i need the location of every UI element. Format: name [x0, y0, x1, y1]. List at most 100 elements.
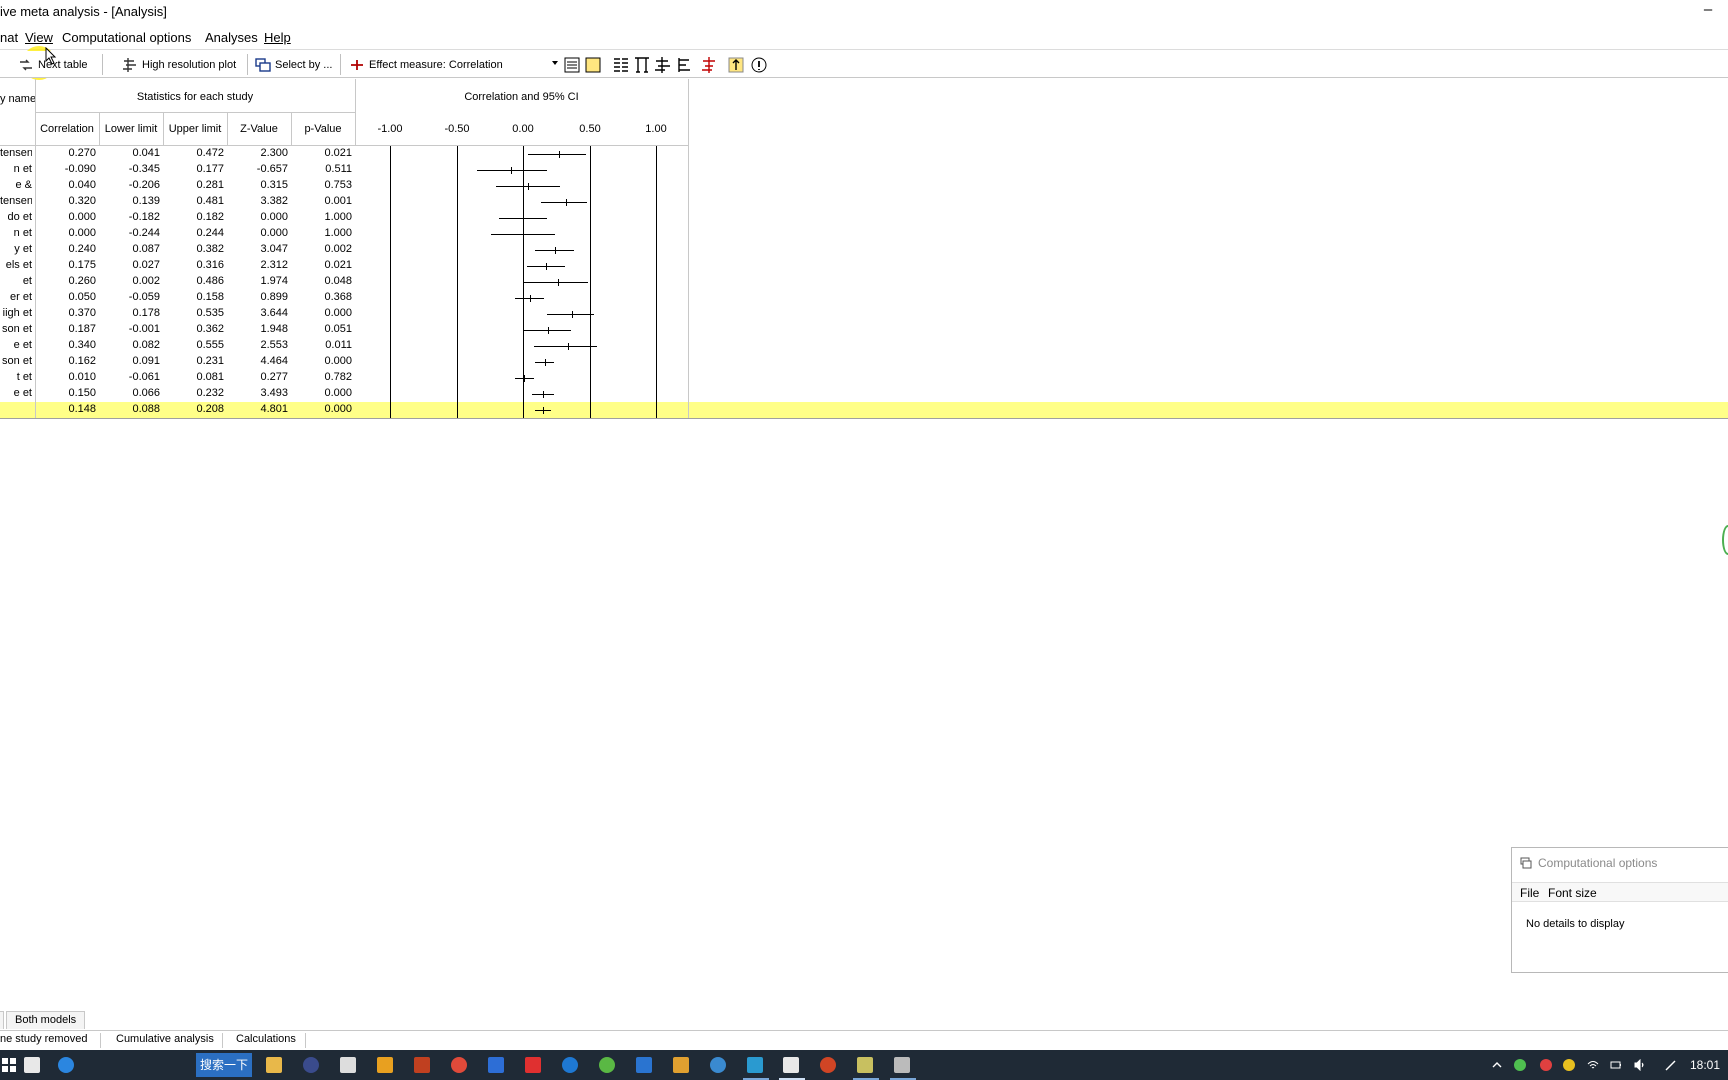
highlight-icon[interactable] [727, 56, 745, 74]
search-button[interactable]: 搜索一下 [196, 1053, 252, 1077]
tab-cumulative-analysis[interactable]: Cumulative analysis [116, 1033, 214, 1045]
cell-study-name: y et [14, 243, 32, 255]
column-header-upper-limit[interactable]: Upper limit [163, 123, 227, 135]
high-resolution-plot-button[interactable]: High resolution plot [122, 55, 236, 75]
table-row[interactable]: n et 0.000 -0.244 0.244 0.000 1.000 [0, 226, 1728, 242]
plot-view-icon[interactable] [584, 56, 602, 74]
cell-z-value: 2.553 [260, 339, 288, 351]
table-row[interactable]: son et 0.162 0.091 0.231 4.464 0.000 [0, 354, 1728, 370]
table-row[interactable]: et 0.260 0.002 0.486 1.974 0.048 [0, 274, 1728, 290]
cell-correlation: 0.050 [68, 291, 96, 303]
toolbar-separator [247, 54, 248, 75]
app-icon[interactable] [636, 1057, 652, 1073]
columns-icon[interactable] [612, 56, 630, 74]
notepad-icon[interactable] [340, 1057, 356, 1073]
effect-measure-select[interactable]: Effect measure: Correlation [349, 55, 503, 75]
left-align-icon[interactable] [675, 56, 693, 74]
table-row[interactable]: e et 0.150 0.066 0.232 3.493 0.000 [0, 386, 1728, 402]
table-row[interactable]: tensen 0.270 0.041 0.472 2.300 0.021 [0, 146, 1728, 162]
menu-format[interactable]: nat [0, 30, 18, 45]
menu-analyses[interactable]: Analyses [205, 30, 258, 45]
tab-calculations[interactable]: Calculations [236, 1033, 296, 1045]
tray-app-icon[interactable] [1563, 1059, 1575, 1071]
table-row[interactable]: iigh et 0.370 0.178 0.535 3.644 0.000 [0, 306, 1728, 322]
cell-study-name: e et [13, 387, 32, 399]
windows-start-icon[interactable] [2, 1058, 16, 1072]
confidence-interval-bar [541, 202, 587, 203]
summary-row[interactable]: 0.148 0.088 0.208 4.801 0.000 [0, 402, 1728, 418]
table-row[interactable]: er et 0.050 -0.059 0.158 0.899 0.368 [0, 290, 1728, 306]
menu-view[interactable]: View [24, 30, 54, 45]
table-row[interactable]: t et 0.010 -0.061 0.081 0.277 0.782 [0, 370, 1728, 386]
table-row[interactable]: e & 0.040 -0.206 0.281 0.315 0.753 [0, 178, 1728, 194]
column-header-z-value[interactable]: Z-Value [227, 123, 291, 135]
battery-icon[interactable] [1610, 1059, 1622, 1071]
study-name-header[interactable]: y name [0, 93, 35, 105]
pen-icon[interactable] [1665, 1059, 1677, 1071]
tab-fixed-model[interactable] [0, 1011, 4, 1029]
menu-computational-options[interactable]: Computational options [62, 30, 191, 45]
remove-study-icon[interactable] [700, 56, 718, 74]
wifi-icon[interactable] [1587, 1059, 1599, 1071]
edge-browser-icon[interactable] [562, 1057, 578, 1073]
table-view-icon[interactable] [563, 56, 581, 74]
cell-z-value: 1.974 [260, 275, 288, 287]
table-row[interactable]: y et 0.240 0.087 0.382 3.047 0.002 [0, 242, 1728, 258]
column-header-correlation[interactable]: Correlation [35, 123, 99, 135]
info-icon[interactable] [750, 56, 768, 74]
table-row[interactable]: son et 0.187 -0.001 0.362 1.948 0.051 [0, 322, 1728, 338]
app-icon[interactable] [747, 1057, 763, 1073]
axis-gridline [390, 146, 391, 418]
cell-z-value: 3.644 [260, 307, 288, 319]
toolbar-separator [102, 54, 103, 75]
column-header-p-value[interactable]: p-Value [291, 123, 355, 135]
table-row[interactable]: n et -0.090 -0.345 0.177 -0.657 0.511 [0, 162, 1728, 178]
volume-icon[interactable] [1634, 1059, 1646, 1071]
chevron-down-icon[interactable] [552, 61, 558, 65]
tab-both-models[interactable]: Both models [6, 1011, 86, 1029]
table-row[interactable]: tensen 0.320 0.139 0.481 3.382 0.001 [0, 194, 1728, 210]
minimize-button[interactable]: – [1688, 0, 1728, 24]
cell-correlation: 0.000 [68, 211, 96, 223]
app-icon[interactable] [673, 1057, 689, 1073]
axis-tick-label: 1.00 [645, 123, 667, 135]
wechat-icon[interactable] [1514, 1059, 1526, 1071]
qq-icon[interactable] [1540, 1059, 1552, 1071]
panel-menu-font-size[interactable]: Font size [1548, 886, 1597, 900]
menu-help[interactable]: Help [264, 30, 291, 45]
app-icon[interactable] [414, 1057, 430, 1073]
app-icon[interactable] [710, 1057, 726, 1073]
tab-one-study-removed[interactable]: ne study removed [0, 1033, 87, 1045]
forest-plot-icon[interactable] [654, 56, 672, 74]
app-icon[interactable] [599, 1057, 615, 1073]
select-windows-icon [255, 57, 271, 73]
app-icon[interactable] [894, 1057, 910, 1073]
powerpoint-icon[interactable] [820, 1057, 836, 1073]
chrome-icon[interactable] [451, 1057, 467, 1073]
ie-browser-icon[interactable] [58, 1057, 74, 1073]
cell-p-value: 0.011 [325, 339, 352, 351]
cell-lower-limit: -0.182 [128, 211, 160, 223]
cell-p-value: 0.001 [324, 195, 352, 207]
cell-upper-limit: 0.481 [196, 195, 224, 207]
chevron-up-icon[interactable] [1491, 1059, 1503, 1071]
file-explorer-icon[interactable] [266, 1057, 282, 1073]
grid-divider [355, 79, 356, 145]
meta-analysis-app-icon[interactable] [783, 1057, 799, 1073]
search-tool-icon[interactable] [525, 1057, 541, 1073]
table-row[interactable]: els et 0.175 0.027 0.316 2.312 0.021 [0, 258, 1728, 274]
column-header-lower-limit[interactable]: Lower limit [99, 123, 163, 135]
app-grid-icon[interactable] [377, 1057, 393, 1073]
app-s-icon[interactable] [24, 1057, 40, 1073]
cell-study-name: n et [13, 163, 32, 175]
panel-menu-file[interactable]: File [1520, 886, 1539, 900]
side-assistant-icon[interactable] [1722, 525, 1728, 555]
app-icon[interactable] [303, 1057, 319, 1073]
table-row[interactable]: e et 0.340 0.082 0.555 2.553 0.011 [0, 338, 1728, 354]
app-icon[interactable] [488, 1057, 504, 1073]
cell-study-name: iigh et [2, 307, 32, 319]
table-row[interactable]: do et 0.000 -0.182 0.182 0.000 1.000 [0, 210, 1728, 226]
select-by-button[interactable]: Select by ... [255, 55, 332, 75]
column-width-icon[interactable] [633, 56, 651, 74]
app-icon[interactable] [857, 1057, 873, 1073]
